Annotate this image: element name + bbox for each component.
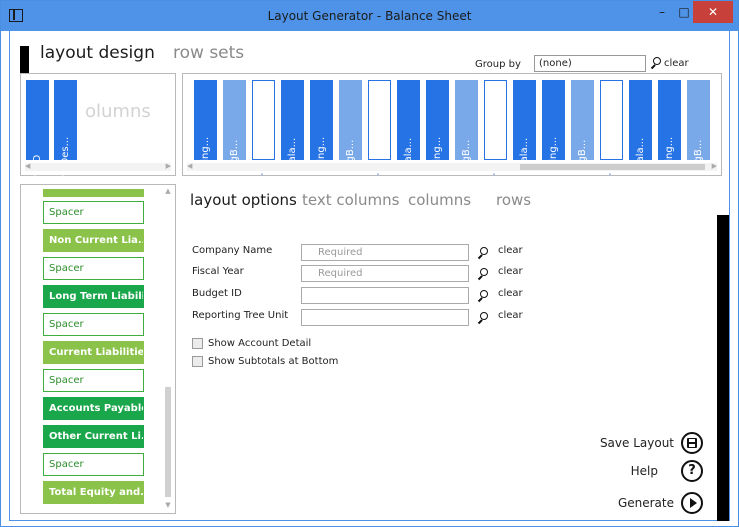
row-item[interactable]: Spacer <box>43 313 144 336</box>
fixed-column-tile[interactable]: Account Des... <box>54 80 77 209</box>
row-item[interactable]: Non Current Lia... <box>43 229 144 252</box>
fiscal-year-search-icon[interactable] <box>477 268 489 281</box>
generate-label[interactable]: Generate <box>584 496 674 510</box>
tab-columns[interactable]: columns <box>408 191 471 209</box>
fixed-columns-scrollbar[interactable]: ◀ ▶ <box>25 162 171 171</box>
budget-id-field[interactable] <box>301 287 469 304</box>
column-tile[interactable]: Closing Bala... <box>281 80 304 175</box>
row-item[interactable]: Total Equity and... <box>43 481 144 504</box>
column-tile[interactable]: Closing Bala... <box>513 80 536 175</box>
row-item[interactable]: Spacer <box>43 453 144 476</box>
budget-id-search-icon[interactable] <box>477 290 489 303</box>
company-clear-link[interactable]: clear <box>498 245 523 256</box>
row-item-partial[interactable] <box>43 189 144 197</box>
search-icon[interactable] <box>650 57 662 70</box>
group-by-label: Group by <box>475 59 521 70</box>
column-tile[interactable]: Closing Bala... <box>397 80 420 175</box>
app-window: Layout Generator - Balance Sheet – □ ✕ l… <box>0 0 739 527</box>
column-tile[interactable]: VarClosingB... <box>339 80 362 175</box>
columns-panel: Prior Closing... VarClosingB... Spacer Clos… <box>182 73 722 176</box>
main-area: layout design row sets Group by (none) c… <box>9 31 730 521</box>
reporting-tree-search-icon[interactable] <box>477 312 489 325</box>
reporting-tree-clear-link[interactable]: clear <box>498 310 523 321</box>
column-tile[interactable]: VarClosingB... <box>455 80 478 175</box>
tab-layout-options[interactable]: layout options <box>190 191 297 209</box>
save-icon[interactable] <box>681 432 703 454</box>
column-tile[interactable]: Closing Bala... <box>629 80 652 175</box>
rows-panel: Spacer Non Current Lia... Spacer Long Term … <box>20 184 176 514</box>
budget-id-clear-link[interactable]: clear <box>498 288 523 299</box>
row-item[interactable]: Accounts Payable <box>43 397 144 420</box>
show-account-detail-checkbox[interactable] <box>192 338 203 349</box>
row-item[interactable]: Spacer <box>43 201 144 224</box>
column-tile[interactable]: Prior Closing... <box>310 80 333 175</box>
company-name-label: Company Name <box>192 245 273 256</box>
row-item[interactable]: Spacer <box>43 369 144 392</box>
close-button[interactable]: ✕ <box>693 1 733 23</box>
group-by-input[interactable]: (none) <box>534 55 646 72</box>
play-icon[interactable] <box>681 492 703 514</box>
show-subtotals-label: Show Subtotals at Bottom <box>208 356 339 367</box>
fiscal-year-field[interactable]: Required <box>301 265 469 282</box>
row-item[interactable]: Current Liabilities <box>43 341 144 364</box>
maximize-button[interactable]: □ <box>673 1 695 23</box>
fixed-column-tile[interactable]: Account ID <box>26 80 49 209</box>
show-account-detail-label: Show Account Detail <box>208 338 312 349</box>
budget-id-label: Budget ID <box>192 288 242 299</box>
company-name-field[interactable]: Required <box>301 244 469 261</box>
column-tile[interactable]: Prior Closing... <box>542 80 565 175</box>
company-search-icon[interactable] <box>477 247 489 260</box>
column-tile[interactable]: Spacer <box>484 80 507 175</box>
tab-row-sets[interactable]: row sets <box>173 43 244 63</box>
column-tile[interactable]: Prior Closing... <box>194 80 217 175</box>
column-tile[interactable]: Prior Closing... <box>658 80 681 175</box>
minimize-button[interactable]: – <box>651 1 673 23</box>
tab-text-columns[interactable]: text columns <box>302 191 399 209</box>
column-tile[interactable]: VarClosingB... <box>687 80 710 175</box>
header-accent-bar <box>20 46 29 74</box>
reporting-tree-unit-field[interactable] <box>301 309 469 326</box>
rows-scrollbar[interactable]: ▲ ▼ <box>164 187 172 511</box>
window-title: Layout Generator - Balance Sheet <box>267 9 472 23</box>
fiscal-year-label: Fiscal Year <box>192 266 244 277</box>
group-by-clear-link[interactable]: clear <box>664 58 689 69</box>
column-tile[interactable]: Prior Closing... <box>426 80 449 175</box>
tab-rows[interactable]: rows <box>496 191 531 209</box>
columns-watermark: olumns <box>85 101 151 122</box>
reporting-tree-unit-label: Reporting Tree Unit <box>192 310 289 321</box>
fixed-columns-panel: olumns Account ID Account Des... ◀ ▶ <box>20 73 176 209</box>
columns-scrollbar[interactable]: ◀ ▶ <box>187 162 717 171</box>
title-bar: Layout Generator - Balance Sheet – □ ✕ <box>1 1 738 31</box>
row-item[interactable]: Other Current Li... <box>43 425 144 448</box>
show-subtotals-checkbox[interactable] <box>192 356 203 367</box>
column-tile[interactable]: Spacer <box>252 80 275 175</box>
column-tile[interactable]: Spacer <box>368 80 391 175</box>
row-item[interactable]: Spacer <box>43 257 144 280</box>
fiscal-year-clear-link[interactable]: clear <box>498 266 523 277</box>
save-layout-label[interactable]: Save Layout <box>584 436 674 450</box>
help-label[interactable]: Help <box>568 464 658 478</box>
help-icon[interactable]: ? <box>681 460 703 482</box>
column-tile[interactable]: VarClosingB... <box>571 80 594 175</box>
right-accent-bar <box>717 215 729 521</box>
row-item[interactable]: Long Term Liabili... <box>43 285 144 308</box>
tab-layout-design[interactable]: layout design <box>40 43 155 63</box>
column-tile[interactable]: Spacer <box>600 80 623 175</box>
column-tile[interactable]: VarClosingB... <box>223 80 246 175</box>
